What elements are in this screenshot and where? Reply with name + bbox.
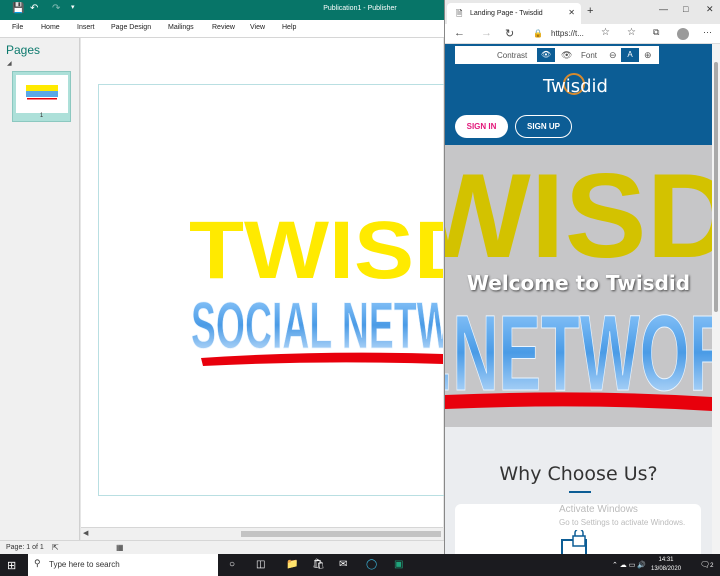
wordart-line-1: TWISD	[189, 205, 443, 296]
refresh-icon[interactable]: ↻	[505, 27, 514, 40]
notification-icon[interactable]: 🗨2	[700, 560, 714, 569]
clock-time: 14:31	[658, 557, 674, 563]
page-status: Page: 1 of 1	[6, 544, 44, 551]
collapse-caret-icon[interactable]: ◢	[7, 60, 12, 67]
tab-page-design[interactable]: Page Design	[111, 24, 151, 31]
activate-windows-title: Activate Windows	[559, 504, 638, 515]
browser-tab-title: Landing Page - Twisdid	[470, 10, 543, 17]
notification-count: 2	[710, 563, 714, 569]
scrollbar-thumb[interactable]	[241, 531, 441, 537]
tab-insert[interactable]: Insert	[77, 24, 95, 31]
font-decrease-icon[interactable]: ⊖	[609, 50, 617, 61]
accessibility-bar: Contrast 👁 👁 Font ⊖ A ⊕	[455, 46, 659, 64]
taskbar-search[interactable]: ⚲ Type here to search	[28, 554, 218, 576]
pages-pane: Pages ◢ 1	[0, 38, 80, 540]
tab-file[interactable]: File	[12, 24, 23, 31]
hero-banner: WISD .NETWOR Welcome to Twisdid	[445, 145, 712, 427]
file-explorer-icon[interactable]: 📁	[286, 559, 298, 570]
publisher-icon[interactable]: ▣	[394, 559, 403, 570]
laptop-lock-icon	[561, 530, 587, 554]
horizontal-scrollbar[interactable]: ◀	[81, 527, 443, 540]
minimize-icon[interactable]: —	[659, 4, 668, 14]
site-logo[interactable]: Twisdid	[543, 76, 608, 97]
tray-icons[interactable]: ⌃ ☁ ▭ 🔊	[612, 561, 646, 569]
profile-avatar[interactable]	[677, 28, 689, 40]
font-label: Font	[581, 51, 598, 60]
status-bar: Page: 1 of 1 ⇱ ▦	[0, 540, 444, 554]
browser-toolbar: ← → ↻ 🔒 https://t... ☆ ☆ ⧉ ⋯	[445, 24, 720, 44]
forward-icon[interactable]: →	[481, 27, 492, 39]
browser-tab[interactable]: 🗎 Landing Page - Twisdid ✕	[447, 3, 581, 24]
page-thumbnail[interactable]: 1	[12, 71, 71, 122]
why-choose-us-heading: Why Choose Us?	[499, 463, 658, 485]
search-icon: ⚲	[34, 558, 41, 568]
search-placeholder: Type here to search	[49, 560, 120, 569]
favorite-icon[interactable]: ☆	[601, 27, 610, 38]
page-thumbnail-number: 1	[39, 113, 44, 119]
font-increase-icon[interactable]: ⊕	[644, 50, 652, 61]
store-icon[interactable]: 🛍	[312, 559, 325, 570]
web-page: Contrast 👁 👁 Font ⊖ A ⊕ Twisdid SIGN IN …	[445, 44, 712, 554]
cortana-icon[interactable]: ○	[229, 559, 235, 570]
lock-icon[interactable]: 🔒	[533, 29, 543, 38]
scroll-left-icon[interactable]: ◀	[83, 529, 88, 537]
address-bar[interactable]: https://t...	[551, 29, 584, 38]
tab-view[interactable]: View	[250, 24, 265, 31]
browser-vertical-scrollbar[interactable]	[712, 44, 720, 554]
font-default-button[interactable]: A	[621, 48, 639, 62]
site-header: Contrast 👁 👁 Font ⊖ A ⊕ Twisdid SIGN IN …	[445, 44, 712, 145]
sign-in-button[interactable]: SIGN IN	[455, 115, 508, 138]
task-view-icon[interactable]: ◫	[256, 559, 265, 570]
sign-up-button[interactable]: SIGN UP	[515, 115, 572, 138]
tab-help[interactable]: Help	[282, 24, 296, 31]
collections-icon[interactable]: ⧉	[653, 27, 659, 38]
page-icon: 🗎	[456, 9, 463, 18]
mail-icon[interactable]: ✉	[339, 559, 347, 570]
browser-scrollbar-thumb[interactable]	[714, 62, 718, 312]
clock[interactable]: 14:31 13/08/2020	[651, 556, 681, 574]
pages-pane-title: Pages	[6, 43, 41, 57]
back-icon[interactable]: ←	[454, 27, 465, 39]
heading-underline	[569, 491, 591, 493]
activate-windows-subtitle: Go to Settings to activate Windows.	[559, 518, 686, 527]
taskbar: ⊞ ⚲ Type here to search ○ ◫ 📁 🛍 ✉ ◯ ▣ ⌃ …	[0, 554, 720, 576]
close-window-icon[interactable]: ✕	[706, 4, 714, 15]
more-icon[interactable]: ⋯	[703, 27, 712, 38]
browser-tab-strip: 🗎 Landing Page - Twisdid ✕ + — □ ✕	[445, 0, 720, 24]
object-size-icon: ▦	[116, 543, 124, 552]
new-tab-icon[interactable]: +	[587, 5, 593, 17]
publisher-workspace[interactable]: TWISD SOCIAL NETWO	[81, 38, 458, 527]
maximize-icon[interactable]: □	[683, 4, 688, 14]
cursor-position-icon: ⇱	[52, 543, 59, 552]
windows-start-icon[interactable]: ⊞	[7, 559, 16, 572]
hero-title: Welcome to Twisdid	[466, 271, 691, 295]
edge-icon[interactable]: ◯	[366, 559, 377, 570]
wordart-line-2: SOCIAL NETWO	[191, 288, 443, 362]
contrast-toggle-icon[interactable]: 👁	[537, 48, 555, 62]
tab-home[interactable]: Home	[41, 24, 60, 31]
contrast-eye-icon[interactable]: 👁	[561, 50, 572, 61]
tab-review[interactable]: Review	[212, 24, 235, 31]
wordart-artwork[interactable]: TWISD SOCIAL NETWO	[81, 38, 443, 527]
page-thumbnail-preview	[16, 75, 68, 113]
contrast-label: Contrast	[497, 51, 528, 60]
tab-mailings[interactable]: Mailings	[168, 24, 194, 31]
clock-date: 13/08/2020	[651, 566, 682, 572]
favorites-icon[interactable]: ☆	[627, 27, 636, 38]
hero-art-line-1: WISD	[445, 149, 712, 283]
browser-window: 🗎 Landing Page - Twisdid ✕ + — □ ✕ ← → ↻…	[444, 0, 720, 554]
close-tab-icon[interactable]: ✕	[568, 8, 575, 17]
